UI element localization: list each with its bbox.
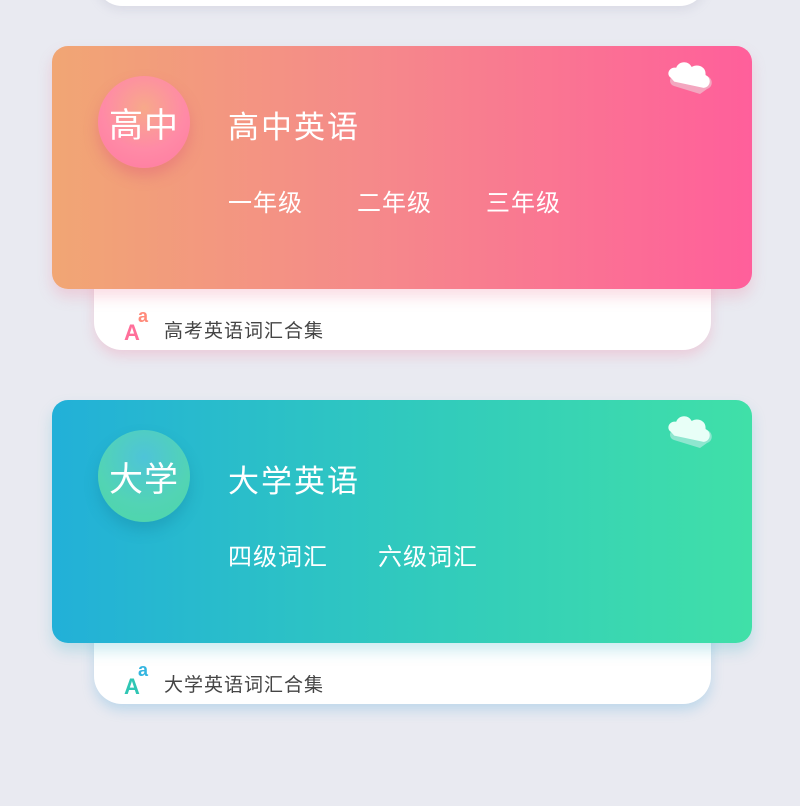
collection-label: 大学英语词汇合集 [164,673,325,696]
level-badge: 高中 [98,76,190,168]
grade-list: 四级词汇 六级词汇 [228,537,528,572]
card-title: 高中英语 [228,110,360,146]
grade-list: 一年级 二年级 三年级 [228,183,615,218]
grade-item-2[interactable]: 六级词汇 [378,537,478,572]
previous-card-edge [96,0,706,6]
cloud-icon [668,416,712,448]
grade-item-2[interactable]: 二年级 [357,183,432,218]
high-school-card[interactable]: 高中 高中英语 一年级 二年级 三年级 [52,46,752,289]
grade-item-3[interactable]: 三年级 [486,183,561,218]
collection-label: 高考英语词汇合集 [164,319,325,342]
level-badge: 大学 [98,430,190,522]
grade-item-1[interactable]: 一年级 [228,183,303,218]
grade-item-1[interactable]: 四级词汇 [228,537,328,572]
university-card[interactable]: 大学 大学英语 四级词汇 六级词汇 [52,400,752,643]
aa-icon: A a [124,660,149,699]
aa-icon: A a [124,306,149,345]
card-title: 大学英语 [228,464,360,500]
cloud-icon [668,62,712,94]
